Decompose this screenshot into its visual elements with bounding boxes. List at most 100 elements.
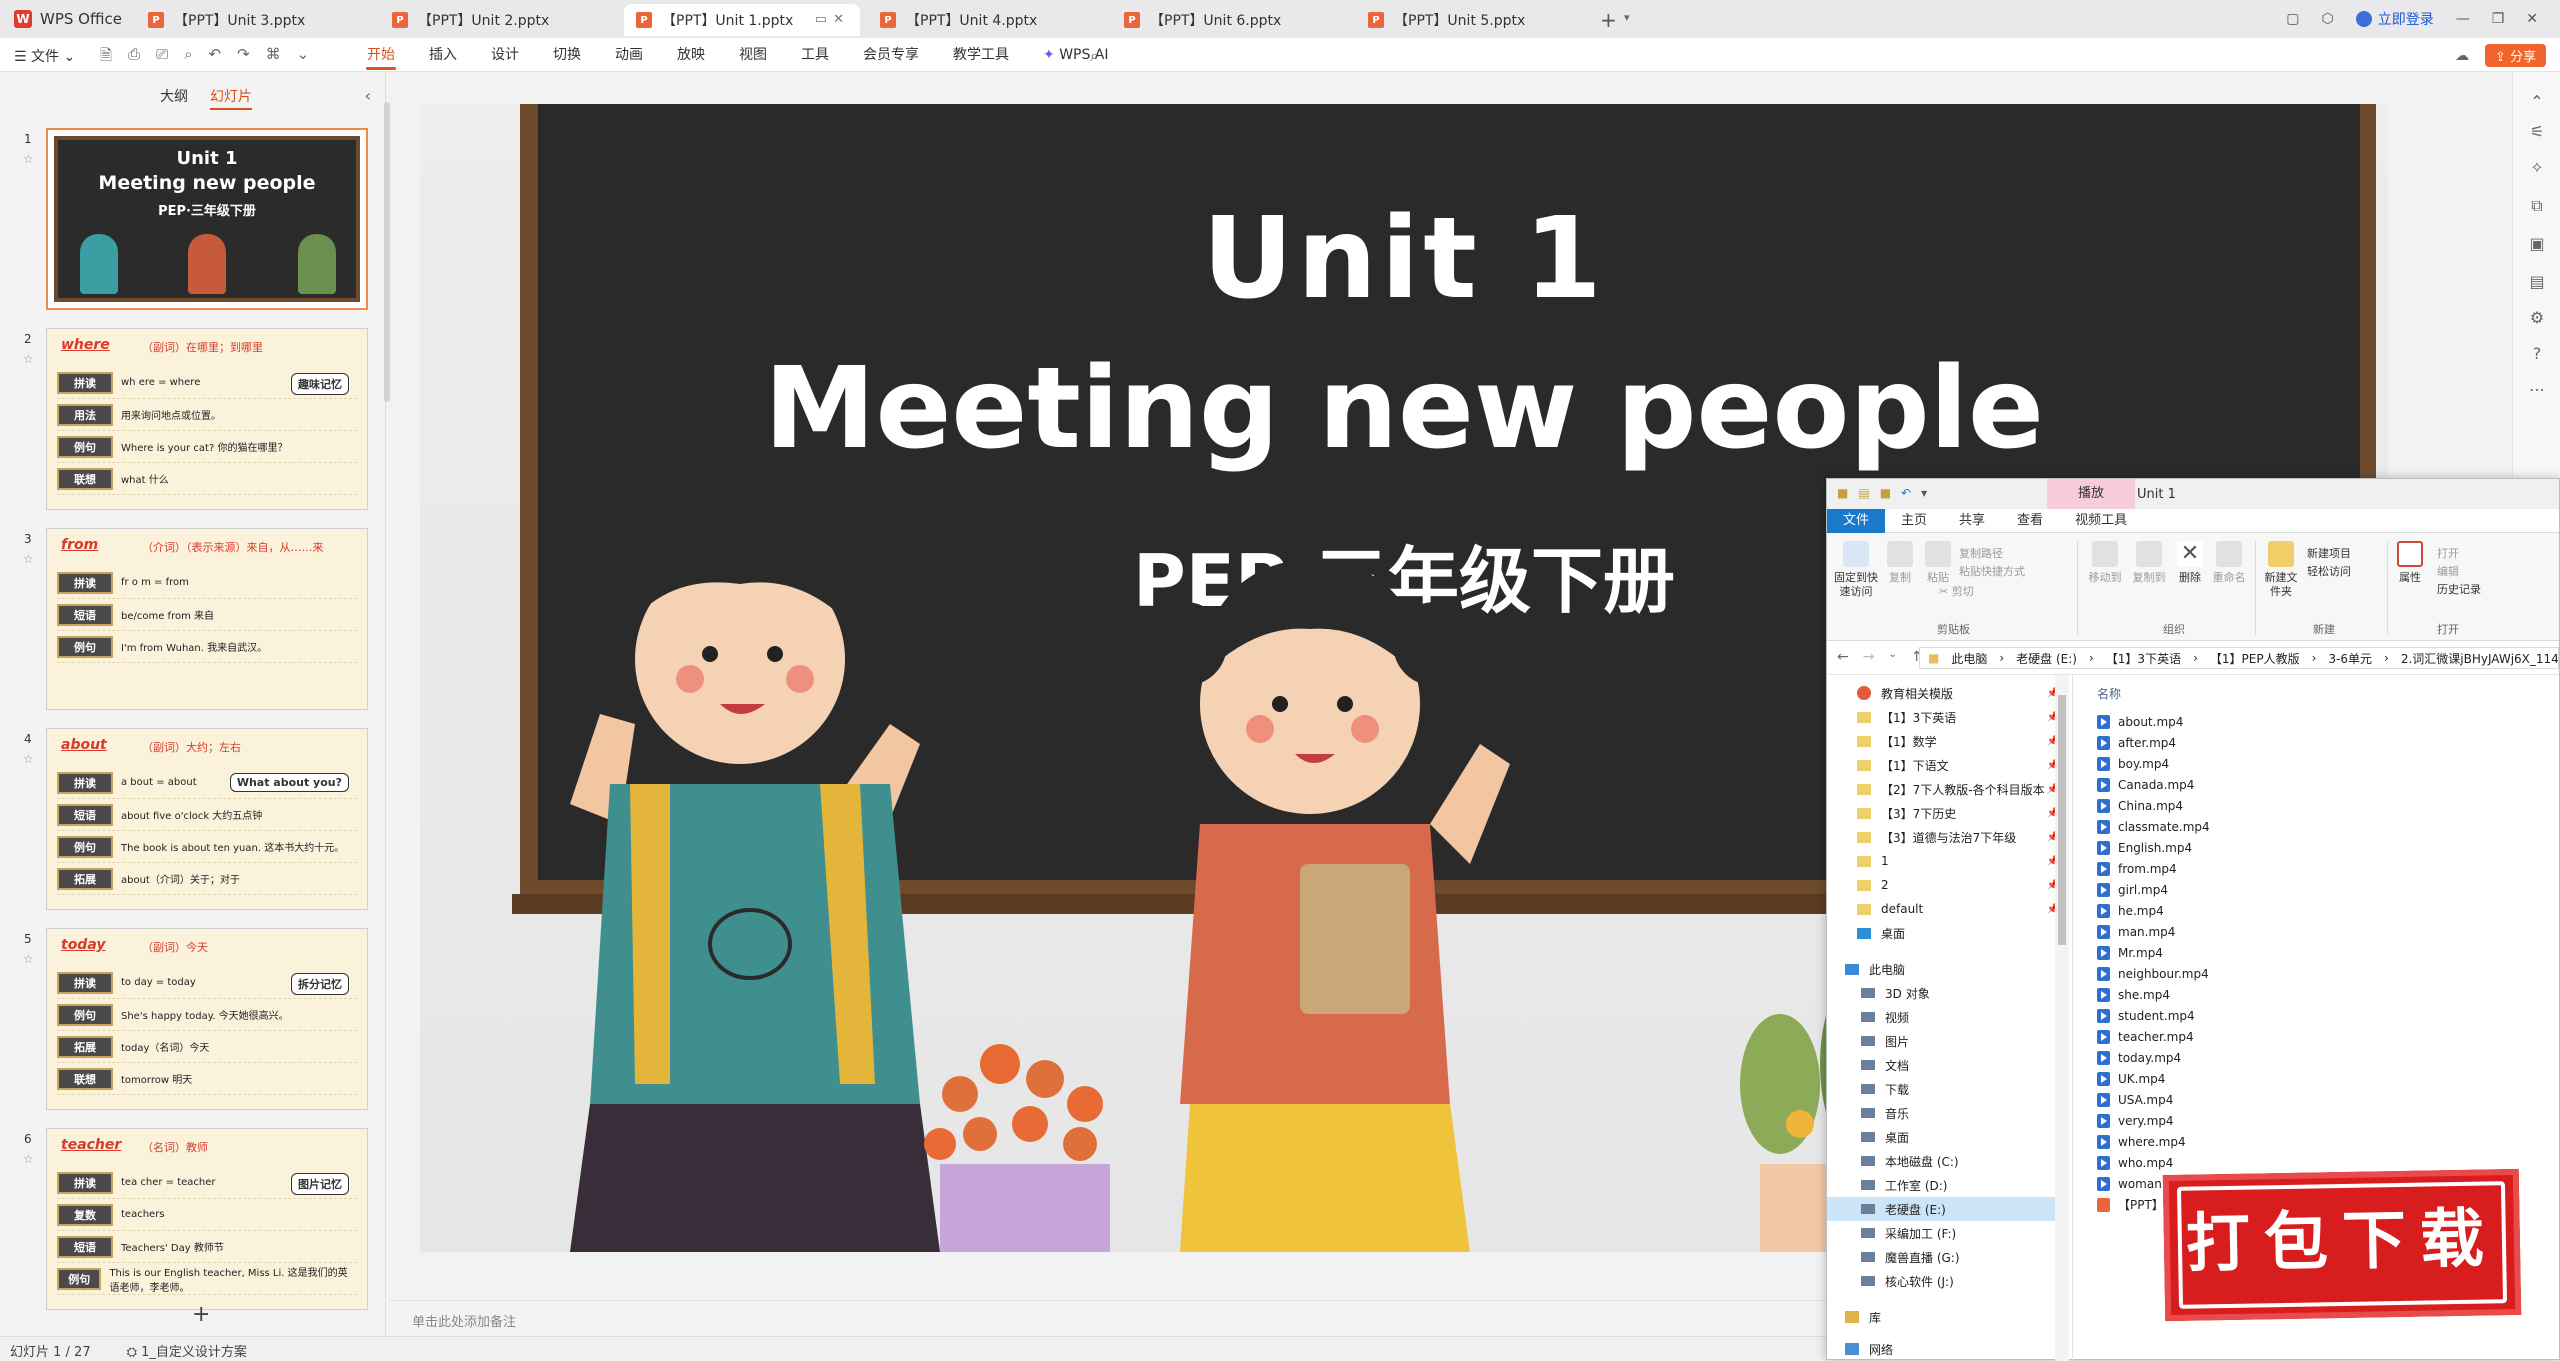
tab-member[interactable]: 会员专享 [846,38,936,72]
window-layout-icon[interactable]: ▢ [2286,11,2299,27]
properties-icon[interactable]: ▤ [1858,486,1869,500]
tab-design[interactable]: 设计 [474,38,536,72]
file-item[interactable]: who.mp4 [2097,1152,2173,1173]
nav-pc-item[interactable]: 音乐 [1827,1101,2067,1125]
recent-chevron-icon[interactable]: ⌄ [1888,649,1896,665]
nav-quick-access-item[interactable]: 【1】数学 📌 [1827,729,2067,753]
file-item[interactable]: Mr.mp4 [2097,942,2163,963]
file-item[interactable]: girl.mp4 [2097,879,2168,900]
tab-view[interactable]: 查看 [2001,509,2059,533]
forward-arrow-icon[interactable]: → [1863,649,1875,665]
nav-pc-item[interactable]: 魔兽直播 (G:) [1827,1245,2067,1269]
export-pdf-icon[interactable]: ⎙ [128,45,140,70]
download-stamp[interactable]: 打包下载 [2162,1168,2522,1322]
tab-unit5[interactable]: P 【PPT】Unit 5.pptx [1356,4,1592,36]
scroll-up-icon[interactable]: ⌃ [2527,92,2547,112]
paste-button[interactable]: 粘贴 [1921,541,1955,585]
file-item[interactable]: after.mp4 [2097,732,2176,753]
more-icon[interactable]: ⋯ [2527,380,2547,400]
file-item[interactable]: she.mp4 [2097,984,2170,1005]
tab-slideshow[interactable]: 放映 [660,38,722,72]
new-item-button[interactable]: 新建项目 [2307,545,2351,561]
open-button[interactable]: 打开 [2437,545,2459,561]
qat-dropdown-icon[interactable]: ▾ [1921,486,1927,500]
tab-close-icon[interactable]: ✕ [833,12,850,27]
slide-thumbnail-6[interactable]: teacher （名词）教师 拼读 tea cher = teacher 复数 teach… [46,1128,368,1310]
tab-share[interactable]: 共享 [1943,509,2001,533]
nav-quick-access-item[interactable]: 1 📌 [1827,849,2067,873]
cut-button[interactable]: ✂ 剪切 [1939,583,1974,599]
adjust-icon[interactable]: ⚟ [2527,122,2547,142]
new-folder-button[interactable]: 新建文件夹 [2261,541,2301,599]
breadcrumb-item[interactable]: 此电脑 [1951,650,1987,667]
nav-quick-access-item[interactable]: default 📌 [1827,897,2067,921]
tab-window-icon[interactable]: ▭ [815,12,833,27]
notes-placeholder[interactable]: 单击此处添加备注 [412,1311,516,1330]
tab-unit2[interactable]: P 【PPT】Unit 2.pptx [380,4,616,36]
collapse-panel-icon[interactable]: ‹ [365,86,371,105]
file-item[interactable]: very.mp4 [2097,1110,2174,1131]
pin-quick-access-button[interactable]: 固定到快速访问 [1833,541,1879,599]
file-item[interactable]: USA.mp4 [2097,1089,2173,1110]
star-icon[interactable]: ☆ [23,552,34,566]
tab-insert[interactable]: 插入 [412,38,474,72]
breadcrumb-item[interactable]: 3-6单元 [2328,650,2372,667]
nav-quick-access-item[interactable]: 桌面 [1827,921,2067,945]
copy-to-button[interactable]: 复制到 [2129,541,2169,585]
tab-view[interactable]: 视图 [722,38,784,72]
nav-pc-item[interactable]: 核心软件 (J:) [1827,1269,2067,1293]
save-icon[interactable]: 🗎 [100,45,112,70]
copy-icon[interactable]: ⧉ [2527,196,2547,216]
breadcrumb-item[interactable]: 老硬盘 (E:) [2016,650,2077,667]
nav-pc-item[interactable]: 文档 [1827,1053,2067,1077]
settings-icon[interactable]: ⚙ [2527,308,2547,328]
star-icon[interactable]: ☆ [23,1152,34,1166]
file-item[interactable]: man.mp4 [2097,921,2175,942]
new-tab-plus-icon[interactable]: + [1600,8,1617,32]
undo-icon[interactable]: ↶ [209,45,222,70]
wps-office-home[interactable]: W WPS Office [14,8,122,30]
column-header-name[interactable]: 名称 [2097,685,2121,702]
tab-slides[interactable]: 幻灯片 [210,86,252,110]
nav-network[interactable]: 网络 [1827,1337,2067,1361]
file-item[interactable]: UK.mp4 [2097,1068,2165,1089]
redo-icon[interactable]: ↷ [237,45,250,70]
slide-layout-icon[interactable]: ▤ [2527,272,2547,292]
magic-icon[interactable]: ✧ [2527,158,2547,178]
nav-pc-item[interactable]: 下载 [1827,1077,2067,1101]
nav-quick-access-item[interactable]: 【1】3下英语 📌 [1827,705,2067,729]
file-item[interactable]: student.mp4 [2097,1005,2195,1026]
search-icon[interactable]: ⌕ [1090,46,1099,66]
add-slide-plus-icon[interactable]: + [192,1302,210,1327]
format-painter-icon[interactable]: ⌘ [266,45,281,70]
easy-access-button[interactable]: 轻松访问 [2307,563,2351,579]
breadcrumb-item[interactable]: 【1】PEP人教版 [2210,650,2300,667]
restore-icon[interactable]: ❐ [2492,11,2505,27]
slide-thumbnail-3[interactable]: from （介词）（表示来源）来自，从……来 拼读 fr o m = from 短语 be… [46,528,368,710]
file-item[interactable]: from.mp4 [2097,858,2177,879]
context-tab-play[interactable]: 播放 [2047,479,2135,509]
nav-pc-item[interactable]: 图片 [1827,1029,2067,1053]
undo-icon[interactable]: ↶ [1901,486,1911,500]
nav-quick-access-item[interactable]: 2 📌 [1827,873,2067,897]
copy-button[interactable]: 复制 [1883,541,1917,585]
more-chevron-icon[interactable]: ⌄ [297,45,310,70]
file-item[interactable]: where.mp4 [2097,1131,2186,1152]
tab-file[interactable]: 文件 [1827,509,1886,533]
copy-path-button[interactable]: 复制路径 [1959,545,2003,561]
file-item[interactable]: Canada.mp4 [2097,774,2194,795]
tab-tools[interactable]: 工具 [784,38,846,72]
tab-unit1[interactable]: P 【PPT】Unit 1.pptx ▭✕ [624,4,860,36]
nav-this-pc[interactable]: 此电脑 [1827,957,2067,981]
file-item[interactable]: about.mp4 [2097,711,2183,732]
minimize-icon[interactable]: — [2456,11,2470,27]
rename-button[interactable]: 重命名 [2209,541,2249,585]
move-to-button[interactable]: 移动到 [2085,541,2125,585]
file-item[interactable]: China.mp4 [2097,795,2183,816]
nav-scrollbar[interactable] [2055,675,2069,1361]
nav-library[interactable]: 库 [1827,1305,2067,1329]
nav-scrollbar-thumb[interactable] [2058,695,2066,945]
nav-pc-item[interactable]: 工作室 (D:) [1827,1173,2067,1197]
star-icon[interactable]: ☆ [23,952,34,966]
login-button[interactable]: 立即登录 [2355,9,2434,29]
